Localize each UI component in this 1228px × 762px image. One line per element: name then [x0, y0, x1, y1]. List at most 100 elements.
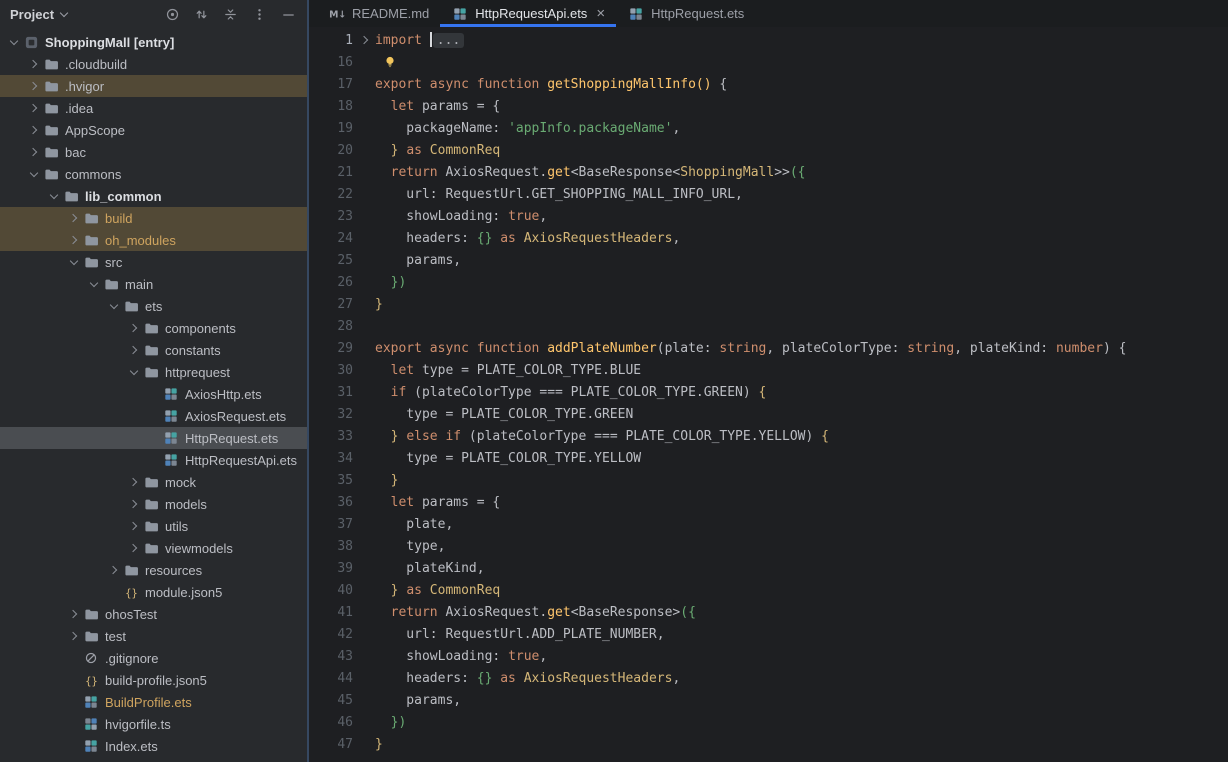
- tree-folder-main[interactable]: main: [0, 273, 307, 295]
- tree-folder-viewmodels[interactable]: viewmodels: [0, 537, 307, 559]
- chevron-expanded-icon[interactable]: [6, 34, 22, 50]
- tree-file-buildprofile-ets[interactable]: BuildProfile.ets: [0, 691, 307, 713]
- chevron-expanded-icon[interactable]: [26, 166, 42, 182]
- code-line[interactable]: }: [375, 734, 1228, 756]
- tree-folder-lib-common[interactable]: lib_common: [0, 185, 307, 207]
- code-line[interactable]: }): [375, 272, 1228, 294]
- chevron-collapsed-icon[interactable]: [106, 562, 122, 578]
- line-number[interactable]: 37: [309, 514, 353, 536]
- code-line[interactable]: packageName: 'appInfo.packageName',: [375, 118, 1228, 140]
- code-line[interactable]: return AxiosRequest.get<BaseResponse>({: [375, 602, 1228, 624]
- chevron-collapsed-icon[interactable]: [66, 606, 82, 622]
- tree-file-axiosrequest-ets[interactable]: AxiosRequest.ets: [0, 405, 307, 427]
- code-line[interactable]: if (plateColorType === PLATE_COLOR_TYPE.…: [375, 382, 1228, 404]
- close-icon[interactable]: ×: [596, 6, 605, 21]
- code-line[interactable]: export async function getShoppingMallInf…: [375, 74, 1228, 96]
- code-line[interactable]: return AxiosRequest.get<BaseResponse<Sho…: [375, 162, 1228, 184]
- tab-httprequestapi-ets[interactable]: HttpRequestApi.ets×: [440, 0, 616, 27]
- line-number[interactable]: 16: [309, 52, 353, 74]
- code-line[interactable]: showLoading: true,: [375, 646, 1228, 668]
- code-line[interactable]: type,: [375, 536, 1228, 558]
- tree-file-httprequestapi-ets[interactable]: HttpRequestApi.ets: [0, 449, 307, 471]
- chevron-expanded-icon[interactable]: [46, 188, 62, 204]
- chevron-collapsed-icon[interactable]: [26, 144, 42, 160]
- line-number[interactable]: 26: [309, 272, 353, 294]
- chevron-collapsed-icon[interactable]: [66, 628, 82, 644]
- tree-file-module-json5[interactable]: {}module.json5: [0, 581, 307, 603]
- line-number[interactable]: 20: [309, 140, 353, 162]
- chevron-expanded-icon[interactable]: [126, 364, 142, 380]
- chevron-collapsed-icon[interactable]: [126, 540, 142, 556]
- chevron-collapsed-icon[interactable]: [26, 122, 42, 138]
- line-number[interactable]: 22: [309, 184, 353, 206]
- more-vertical-button[interactable]: [250, 5, 268, 23]
- tree-folder-shoppingmall-entry[interactable]: ShoppingMall [entry]: [0, 31, 307, 53]
- code-line[interactable]: let params = {: [375, 492, 1228, 514]
- code-line[interactable]: }): [375, 712, 1228, 734]
- line-number[interactable]: 31: [309, 382, 353, 404]
- project-view-selector[interactable]: Project: [10, 7, 67, 22]
- tree-file-axioshttp-ets[interactable]: AxiosHttp.ets: [0, 383, 307, 405]
- fold-indicator-icon[interactable]: [353, 30, 375, 52]
- tree-folder-test[interactable]: test: [0, 625, 307, 647]
- line-number[interactable]: 32: [309, 404, 353, 426]
- code-line[interactable]: let params = {: [375, 96, 1228, 118]
- chevron-collapsed-icon[interactable]: [66, 232, 82, 248]
- swap-vertical-button[interactable]: [192, 5, 210, 23]
- tree-folder-src[interactable]: src: [0, 251, 307, 273]
- line-number[interactable]: 43: [309, 646, 353, 668]
- line-number[interactable]: 30: [309, 360, 353, 382]
- code-line[interactable]: export async function addPlateNumber(pla…: [375, 338, 1228, 360]
- code-line[interactable]: type = PLATE_COLOR_TYPE.YELLOW: [375, 448, 1228, 470]
- tree-folder-ohostest[interactable]: ohosTest: [0, 603, 307, 625]
- line-number[interactable]: 17: [309, 74, 353, 96]
- code-line[interactable]: headers: {} as AxiosRequestHeaders,: [375, 668, 1228, 690]
- chevron-collapsed-icon[interactable]: [126, 474, 142, 490]
- tree-file-hvigorfile-ts[interactable]: hvigorfile.ts: [0, 713, 307, 735]
- code-line[interactable]: } as CommonReq: [375, 140, 1228, 162]
- tree-file-gitignore[interactable]: .gitignore: [0, 647, 307, 669]
- tree-folder-mock[interactable]: mock: [0, 471, 307, 493]
- tree-file-build-profile-json5[interactable]: {}build-profile.json5: [0, 669, 307, 691]
- line-number[interactable]: 29: [309, 338, 353, 360]
- tree-file-index-ets[interactable]: Index.ets: [0, 735, 307, 757]
- tree-folder-bac[interactable]: bac: [0, 141, 307, 163]
- line-number[interactable]: 34: [309, 448, 353, 470]
- tree-file-httprequest-ets[interactable]: HttpRequest.ets: [0, 427, 307, 449]
- line-number[interactable]: 45: [309, 690, 353, 712]
- tree-folder-utils[interactable]: utils: [0, 515, 307, 537]
- code-scroll-area[interactable]: 1161718192021222324252627282930313233343…: [309, 27, 1228, 762]
- line-number[interactable]: 42: [309, 624, 353, 646]
- line-number[interactable]: 47: [309, 734, 353, 756]
- tree-folder-resources[interactable]: resources: [0, 559, 307, 581]
- tree-folder-ets[interactable]: ets: [0, 295, 307, 317]
- tree-folder-constants[interactable]: constants: [0, 339, 307, 361]
- code-line[interactable]: import ...: [375, 30, 1228, 52]
- code-line[interactable]: headers: {} as AxiosRequestHeaders,: [375, 228, 1228, 250]
- code-line[interactable]: } as CommonReq: [375, 580, 1228, 602]
- tree-folder-hvigor[interactable]: .hvigor: [0, 75, 307, 97]
- code-line[interactable]: params,: [375, 690, 1228, 712]
- chevron-collapsed-icon[interactable]: [26, 100, 42, 116]
- collapse-all-button[interactable]: [221, 5, 239, 23]
- code-line[interactable]: plate,: [375, 514, 1228, 536]
- line-number[interactable]: 19: [309, 118, 353, 140]
- code-line[interactable]: } else if (plateColorType === PLATE_COLO…: [375, 426, 1228, 448]
- code-line[interactable]: showLoading: true,: [375, 206, 1228, 228]
- chevron-collapsed-icon[interactable]: [26, 56, 42, 72]
- line-number[interactable]: 36: [309, 492, 353, 514]
- tree-folder-commons[interactable]: commons: [0, 163, 307, 185]
- chevron-expanded-icon[interactable]: [66, 254, 82, 270]
- tree-folder-appscope[interactable]: AppScope: [0, 119, 307, 141]
- tree-folder-httprequest[interactable]: httprequest: [0, 361, 307, 383]
- tree-folder-models[interactable]: models: [0, 493, 307, 515]
- line-number[interactable]: 33: [309, 426, 353, 448]
- chevron-collapsed-icon[interactable]: [126, 320, 142, 336]
- line-number[interactable]: 44: [309, 668, 353, 690]
- chevron-expanded-icon[interactable]: [86, 276, 102, 292]
- line-number[interactable]: 18: [309, 96, 353, 118]
- line-number[interactable]: 35: [309, 470, 353, 492]
- chevron-expanded-icon[interactable]: [106, 298, 122, 314]
- code-line[interactable]: [375, 316, 1228, 338]
- line-number[interactable]: 40: [309, 580, 353, 602]
